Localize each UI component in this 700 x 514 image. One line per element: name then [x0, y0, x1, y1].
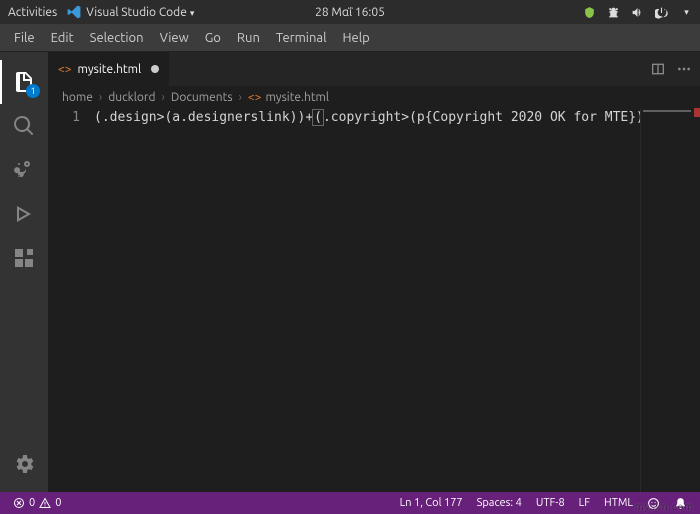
menu-help[interactable]: Help: [334, 31, 377, 45]
tab-bar: <> mysite.html: [48, 52, 700, 86]
line-number: 1: [48, 110, 80, 125]
breadcrumb-seg[interactable]: home: [62, 91, 93, 104]
menu-terminal[interactable]: Terminal: [268, 31, 335, 45]
activities-button[interactable]: Activities: [8, 6, 57, 19]
tab-mysite[interactable]: <> mysite.html: [48, 52, 170, 86]
activity-run-debug[interactable]: [0, 192, 48, 236]
line-gutter: 1: [48, 108, 94, 492]
explorer-badge: 1: [26, 84, 40, 98]
menu-file[interactable]: File: [6, 31, 43, 45]
menu-run[interactable]: Run: [229, 31, 268, 45]
os-top-bar: Activities Visual Studio Code 28 Μαΐ 16:…: [0, 0, 700, 24]
breadcrumb-seg[interactable]: ducklord: [108, 91, 155, 104]
code-content[interactable]: (.design>(a.designerslink))+(.copyright>…: [94, 108, 640, 492]
tab-filename-label: mysite.html: [78, 63, 142, 76]
status-language[interactable]: HTML: [597, 497, 640, 510]
status-line-col[interactable]: Ln 1, Col 177: [393, 497, 470, 510]
error-count: 0: [29, 497, 35, 509]
editor-group: <> mysite.html home › ducklord › Documen…: [48, 52, 700, 492]
app-name-label: Visual Studio Code: [86, 6, 194, 19]
status-notifications-icon[interactable]: [667, 497, 694, 510]
chevron-right-icon: ›: [97, 91, 104, 104]
volume-icon[interactable]: [630, 5, 644, 19]
status-feedback-icon[interactable]: [640, 497, 667, 510]
status-indent[interactable]: Spaces: 4: [470, 497, 529, 510]
power-icon[interactable]: [654, 5, 668, 19]
activity-explorer[interactable]: 1: [0, 60, 48, 104]
status-problems[interactable]: 0 0: [6, 497, 68, 509]
chevron-right-icon: ›: [159, 91, 166, 104]
breadcrumb-seg[interactable]: mysite.html: [265, 91, 329, 104]
minimap[interactable]: [640, 108, 700, 492]
breadcrumb-seg[interactable]: Documents: [171, 91, 233, 104]
menu-selection[interactable]: Selection: [82, 31, 152, 45]
more-actions-icon[interactable]: [676, 61, 692, 77]
breadcrumbs[interactable]: home › ducklord › Documents › <> mysite.…: [48, 86, 700, 108]
code-editor[interactable]: 1 (.design>(a.designerslink))+(.copyrigh…: [48, 108, 700, 492]
html-file-icon: <>: [58, 63, 72, 76]
clock-label[interactable]: 28 Μαΐ 16:05: [315, 6, 385, 19]
main-area: 1 <> mysite.html: [0, 52, 700, 492]
error-icon: [13, 497, 25, 509]
status-bar: 0 0 Ln 1, Col 177 Spaces: 4 UTF-8 LF HTM…: [0, 492, 700, 514]
shield-icon[interactable]: [582, 5, 596, 19]
menu-bar: File Edit Selection View Go Run Terminal…: [0, 24, 700, 52]
warning-count: 0: [55, 497, 61, 509]
status-eol[interactable]: LF: [572, 497, 597, 510]
active-app-menu[interactable]: Visual Studio Code: [67, 5, 194, 19]
chevron-right-icon: ›: [237, 91, 244, 104]
status-encoding[interactable]: UTF-8: [529, 497, 572, 510]
network-icon[interactable]: [606, 5, 620, 19]
menu-go[interactable]: Go: [197, 31, 229, 45]
split-editor-icon[interactable]: [650, 61, 666, 77]
activity-search[interactable]: [0, 104, 48, 148]
warning-icon: [39, 497, 51, 509]
vscode-icon: [67, 5, 81, 19]
minimap-cursor-mark: [694, 108, 700, 117]
html-file-icon: <>: [248, 91, 262, 104]
activity-extensions[interactable]: [0, 236, 48, 280]
menu-edit[interactable]: Edit: [43, 31, 82, 45]
menu-view[interactable]: View: [152, 31, 197, 45]
dirty-indicator-icon: [151, 65, 159, 73]
activity-source-control[interactable]: [0, 148, 48, 192]
system-menu-dropdown-icon[interactable]: [678, 5, 692, 19]
activity-settings[interactable]: [0, 442, 48, 486]
minimap-line: [643, 110, 691, 112]
activity-bar: 1: [0, 52, 48, 492]
